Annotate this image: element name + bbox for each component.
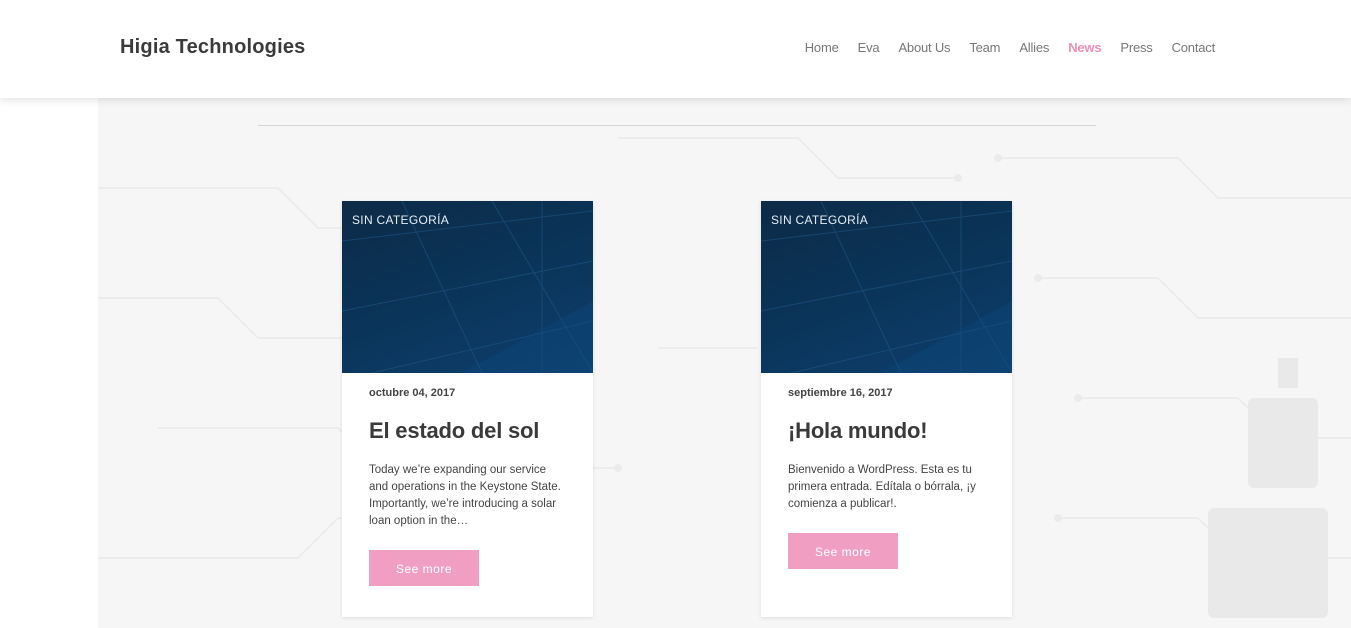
post-thumbnail[interactable]: SIN CATEGORÍA [342,201,593,373]
nav-item-news[interactable]: News [1068,40,1101,55]
post-card: SIN CATEGORÍA septiembre 16, 2017 ¡Hola … [761,201,1012,617]
nav-item-home[interactable]: Home [805,40,839,55]
post-title[interactable]: ¡Hola mundo! [788,418,985,444]
circuit-background [98,98,1351,628]
nav-item-press[interactable]: Press [1120,40,1152,55]
main-nav: Home Eva About Us Team Allies News Press… [786,40,1215,55]
nav-item-about-us[interactable]: About Us [898,40,950,55]
site-header: Higia Technologies Home Eva About Us Tea… [0,0,1351,98]
post-date: octubre 04, 2017 [369,387,456,399]
see-more-button[interactable]: See more [369,550,479,586]
page: Higia Technologies Home Eva About Us Tea… [0,0,1351,628]
post-category[interactable]: SIN CATEGORÍA [771,213,868,227]
post-excerpt: Bienvenido a WordPress. Esta es tu prime… [788,464,976,510]
post-card: SIN CATEGORÍA octubre 04, 2017 El estado… [342,201,593,617]
post-title[interactable]: El estado del sol [369,418,566,444]
nav-item-allies[interactable]: Allies [1019,40,1049,55]
nav-item-eva[interactable]: Eva [858,40,880,55]
post-category[interactable]: SIN CATEGORÍA [352,213,449,227]
post-thumbnail[interactable]: SIN CATEGORÍA [761,201,1012,373]
post-excerpt: Today we’re expanding our service and op… [369,464,561,527]
post-date: septiembre 16, 2017 [788,387,893,399]
content-divider [258,125,1096,126]
see-more-button[interactable]: See more [788,533,898,569]
nav-item-contact[interactable]: Contact [1172,40,1216,55]
site-logo[interactable]: Higia Technologies [120,36,305,59]
nav-item-team[interactable]: Team [969,40,1000,55]
